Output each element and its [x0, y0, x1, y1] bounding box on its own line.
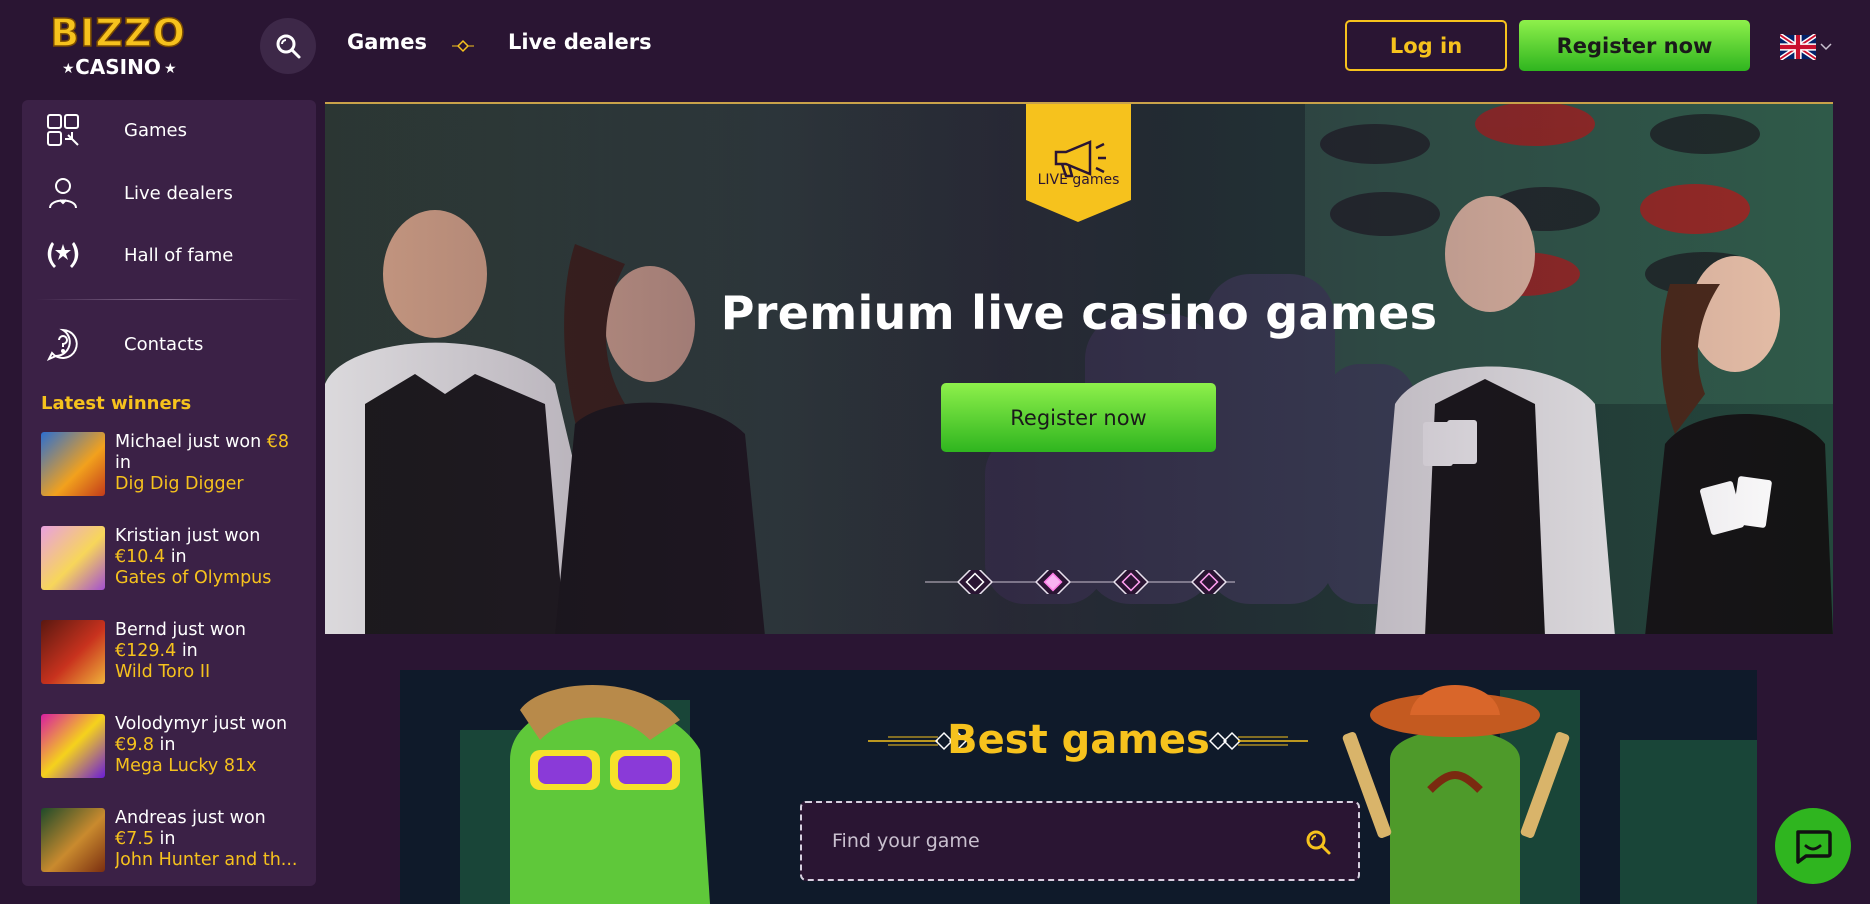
winner-amount: €9.8: [115, 735, 154, 755]
game-thumbnail[interactable]: [41, 714, 105, 778]
winner-game-link[interactable]: Mega Lucky 81x: [115, 756, 305, 777]
winner-name: Andreas just won: [115, 808, 266, 828]
sidebar-item-label: Hall of fame: [124, 244, 234, 266]
winner-game-link[interactable]: Dig Dig Digger: [115, 474, 305, 495]
title-decoration-right: [1208, 731, 1308, 751]
chat-bubble-icon: [1796, 830, 1832, 864]
hero-register-button[interactable]: Register now: [941, 383, 1216, 452]
live-games-badge-label: LIVE games: [1037, 172, 1120, 188]
sidebar-item-label: Contacts: [124, 333, 204, 355]
winner-amount: €10.4: [115, 547, 166, 567]
nav-live-dealers[interactable]: Live dealers: [508, 30, 652, 54]
winner-item[interactable]: Kristian just won €10.4 in Gates of Olym…: [41, 526, 311, 592]
login-button[interactable]: Log in: [1345, 20, 1507, 71]
sidebar-item-games[interactable]: Games: [44, 110, 187, 150]
winner-amount: €7.5: [115, 829, 154, 849]
hero-banner: LIVE games Premium live casino games Reg…: [325, 102, 1833, 634]
winner-item[interactable]: Michael just won €8 in Dig Dig Digger: [41, 432, 311, 498]
svg-text:CASINO: CASINO: [75, 55, 161, 79]
game-thumbnail[interactable]: [41, 620, 105, 684]
register-button[interactable]: Register now: [1519, 20, 1750, 71]
winner-item[interactable]: Bernd just won €129.4 in Wild Toro II: [41, 620, 311, 686]
search-icon[interactable]: [1304, 828, 1332, 856]
winner-game-link[interactable]: Wild Toro II: [115, 662, 305, 683]
diamond-separator-icon: [452, 37, 474, 55]
nav-games[interactable]: Games: [347, 30, 427, 54]
sidebar: Games Live dealers Hall of fame Contacts…: [22, 100, 316, 886]
latest-winners-title: Latest winners: [41, 393, 192, 414]
header: BIZZO ★ CASINO ★ Games Live dealers Log …: [0, 0, 1870, 92]
winner-name: Bernd just won: [115, 620, 247, 640]
sidebar-item-contacts[interactable]: Contacts: [44, 324, 203, 364]
winner-name: Kristian just won: [115, 526, 261, 546]
laurel-icon: [44, 236, 82, 274]
game-thumbnail[interactable]: [41, 808, 105, 872]
chevron-down-icon: [1820, 43, 1832, 51]
sidebar-divider: [36, 299, 302, 300]
winner-amount: €8: [266, 432, 290, 452]
best-games-section: Best games: [400, 670, 1757, 904]
search-button[interactable]: [260, 18, 316, 74]
hero-title: Premium live casino games: [720, 286, 1438, 340]
winner-item[interactable]: Andreas just won €7.5 in John Hunter and…: [41, 808, 311, 874]
game-thumbnail[interactable]: [41, 432, 105, 496]
puzzle-icon: [44, 111, 82, 149]
sidebar-item-live-dealers[interactable]: Live dealers: [44, 173, 233, 213]
slider-pagination: [925, 570, 1235, 594]
svg-text:★: ★: [62, 61, 75, 77]
svg-text:BIZZO: BIZZO: [50, 11, 186, 55]
svg-text:★: ★: [164, 61, 177, 77]
sidebar-item-label: Games: [124, 119, 187, 141]
winner-name: Volodymyr just won: [115, 714, 288, 734]
sidebar-item-hall-of-fame[interactable]: Hall of fame: [44, 235, 233, 275]
winner-amount: €129.4: [115, 641, 177, 661]
best-games-title: Best games: [947, 717, 1210, 763]
sidebar-item-label: Live dealers: [124, 182, 233, 204]
slider-dot-3[interactable]: [1112, 570, 1150, 594]
winner-game-link[interactable]: John Hunter and th...: [115, 850, 305, 871]
slider-dot-1[interactable]: [956, 570, 994, 594]
slider-dot-2-active[interactable]: [1034, 570, 1072, 594]
winner-game-link[interactable]: Gates of Olympus: [115, 568, 305, 589]
slider-dot-4[interactable]: [1190, 570, 1228, 594]
bizzo-casino-logo[interactable]: BIZZO ★ CASINO ★: [36, 10, 201, 80]
game-search-input[interactable]: [832, 803, 1292, 879]
search-icon: [276, 34, 301, 59]
help-icon: [44, 325, 82, 363]
live-games-badge: [1026, 104, 1131, 222]
game-search-box: [800, 801, 1360, 881]
winner-item[interactable]: Volodymyr just won €9.8 in Mega Lucky 81…: [41, 714, 311, 780]
game-thumbnail[interactable]: [41, 526, 105, 590]
uk-flag-icon: [1780, 34, 1816, 60]
language-selector[interactable]: [1780, 34, 1832, 60]
dealer-icon: [44, 174, 82, 212]
winner-name: Michael just won: [115, 432, 262, 452]
live-chat-button[interactable]: [1775, 808, 1851, 884]
